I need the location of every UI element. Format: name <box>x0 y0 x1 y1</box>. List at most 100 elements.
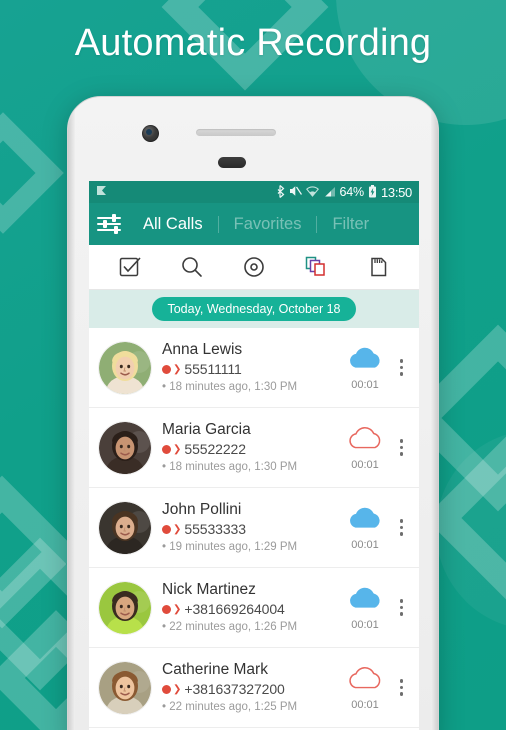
app-flag-icon <box>96 185 107 199</box>
outgoing-arrow-icon: ❯ <box>173 363 182 375</box>
call-status: 00:01 <box>337 504 393 551</box>
nick-martinez-avatar[interactable] <box>99 581 151 634</box>
call-list-item[interactable]: John Pollini ❯ 55533333 • 19 minutes ago… <box>89 488 419 568</box>
call-info: Maria Garcia ❯ 55522222 • 18 minutes ago… <box>151 420 337 475</box>
contact-number-row: ❯ +381669264004 <box>162 600 337 618</box>
call-time: • 22 minutes ago, 1:26 PM <box>162 621 298 633</box>
tool-bar <box>89 245 419 290</box>
call-duration: 00:01 <box>351 699 379 711</box>
call-info: John Pollini ❯ 55533333 • 19 minutes ago… <box>151 500 337 555</box>
cloud-uploaded-icon[interactable] <box>345 504 385 537</box>
cloud-not-uploaded-icon[interactable] <box>345 424 385 457</box>
phone-mockup: 64% 13:50 All Calls Favorites Filter Tod… <box>67 96 439 730</box>
phone-bezel-right <box>431 97 438 730</box>
call-direction-dot-icon <box>162 364 171 374</box>
cloud-uploaded-icon[interactable] <box>345 344 385 377</box>
front-camera-icon <box>142 125 159 142</box>
contact-number: +381637327200 <box>184 681 285 697</box>
search-icon[interactable] <box>177 252 207 282</box>
call-list-item[interactable]: Catherine Mark ❯ +381637327200 • 22 minu… <box>89 648 419 728</box>
outgoing-arrow-icon: ❯ <box>173 683 182 695</box>
call-status: 00:01 <box>337 424 393 471</box>
tab-all-calls[interactable]: All Calls <box>141 215 205 234</box>
overflow-menu-icon[interactable] <box>393 679 413 696</box>
promo-headline: Automatic Recording <box>74 22 432 64</box>
call-direction-dot-icon <box>162 604 171 614</box>
contact-number-row: ❯ 55522222 <box>162 440 337 458</box>
call-list-item[interactable]: Nick Martinez ❯ +381669264004 • 22 minut… <box>89 568 419 648</box>
date-header-row: Today, Wednesday, October 18 <box>89 290 419 328</box>
call-duration: 00:01 <box>351 619 379 631</box>
contact-number-row: ❯ +381637327200 <box>162 680 337 698</box>
call-status: 00:01 <box>337 344 393 391</box>
tab-favorites[interactable]: Favorites <box>232 215 304 234</box>
phone-top-bezel <box>68 97 438 181</box>
sd-card-icon[interactable] <box>363 252 393 282</box>
battery-percent: 64% <box>339 185 365 199</box>
signal-icon <box>323 186 336 199</box>
proximity-sensor <box>218 157 246 168</box>
date-chip[interactable]: Today, Wednesday, October 18 <box>152 297 356 321</box>
contact-number: +381669264004 <box>184 601 285 617</box>
contact-name: Catherine Mark <box>162 661 268 678</box>
call-info: Anna Lewis ❯ 55511111 • 18 minutes ago, … <box>151 340 337 395</box>
call-duration: 00:01 <box>351 379 379 391</box>
tab-divider <box>316 215 318 233</box>
contact-number-row: ❯ 55533333 <box>162 520 337 538</box>
mute-icon <box>289 185 302 199</box>
overflow-menu-icon[interactable] <box>393 519 413 536</box>
call-info: Nick Martinez ❯ +381669264004 • 22 minut… <box>151 580 337 635</box>
john-pollini-avatar[interactable] <box>99 501 151 554</box>
battery-charging-icon <box>368 184 377 200</box>
call-time: • 22 minutes ago, 1:25 PM <box>162 701 298 713</box>
overflow-menu-icon[interactable] <box>393 599 413 616</box>
call-time: • 18 minutes ago, 1:30 PM <box>162 461 298 473</box>
camera-lens <box>146 129 152 135</box>
call-status: 00:01 <box>337 584 393 631</box>
cloud-not-uploaded-icon[interactable] <box>345 664 385 697</box>
overflow-menu-icon[interactable] <box>393 439 413 456</box>
status-bar: 64% 13:50 <box>89 181 419 203</box>
contact-number: 55533333 <box>184 521 246 537</box>
call-time: • 18 minutes ago, 1:30 PM <box>162 381 298 393</box>
diamond-decor <box>0 112 64 234</box>
call-list[interactable]: Anna Lewis ❯ 55511111 • 18 minutes ago, … <box>89 328 419 728</box>
contact-number-row: ❯ 55511111 <box>162 360 337 378</box>
call-duration: 00:01 <box>351 459 379 471</box>
call-direction-dot-icon <box>162 524 171 534</box>
contact-name: John Pollini <box>162 501 242 518</box>
contact-name: Maria Garcia <box>162 421 251 438</box>
app-bar: All Calls Favorites Filter <box>89 203 419 245</box>
contact-name: Anna Lewis <box>162 341 243 358</box>
call-duration: 00:01 <box>351 539 379 551</box>
contact-name: Nick Martinez <box>162 581 256 598</box>
tab-divider <box>217 215 219 233</box>
contact-number: 55511111 <box>184 361 242 377</box>
call-list-item[interactable]: Maria Garcia ❯ 55522222 • 18 minutes ago… <box>89 408 419 488</box>
select-checkbox-icon[interactable] <box>115 252 145 282</box>
anna-lewis-avatar[interactable] <box>99 341 151 394</box>
earpiece-speaker <box>196 129 276 136</box>
call-direction-dot-icon <box>162 684 171 694</box>
maria-garcia-avatar[interactable] <box>99 421 151 474</box>
status-bar-left <box>96 185 276 199</box>
call-time: • 19 minutes ago, 1:29 PM <box>162 541 298 553</box>
call-info: Catherine Mark ❯ +381637327200 • 22 minu… <box>151 660 337 715</box>
phone-bezel-left <box>68 97 75 730</box>
status-bar-right: 64% 13:50 <box>276 184 412 200</box>
cloud-uploaded-icon[interactable] <box>345 584 385 617</box>
tab-filter[interactable]: Filter <box>330 215 371 234</box>
multi-cards-icon[interactable] <box>301 252 331 282</box>
outgoing-arrow-icon: ❯ <box>173 443 182 455</box>
call-direction-dot-icon <box>162 444 171 454</box>
outgoing-arrow-icon: ❯ <box>173 523 182 535</box>
call-list-item[interactable]: Anna Lewis ❯ 55511111 • 18 minutes ago, … <box>89 328 419 408</box>
overflow-menu-icon[interactable] <box>393 359 413 376</box>
sliders-icon[interactable] <box>97 213 125 235</box>
status-clock: 13:50 <box>380 184 412 200</box>
catherine-mark-avatar[interactable] <box>99 661 151 714</box>
record-icon[interactable] <box>239 252 269 282</box>
contact-number: 55522222 <box>184 441 246 457</box>
call-status: 00:01 <box>337 664 393 711</box>
phone-screen: 64% 13:50 All Calls Favorites Filter Tod… <box>89 181 419 730</box>
